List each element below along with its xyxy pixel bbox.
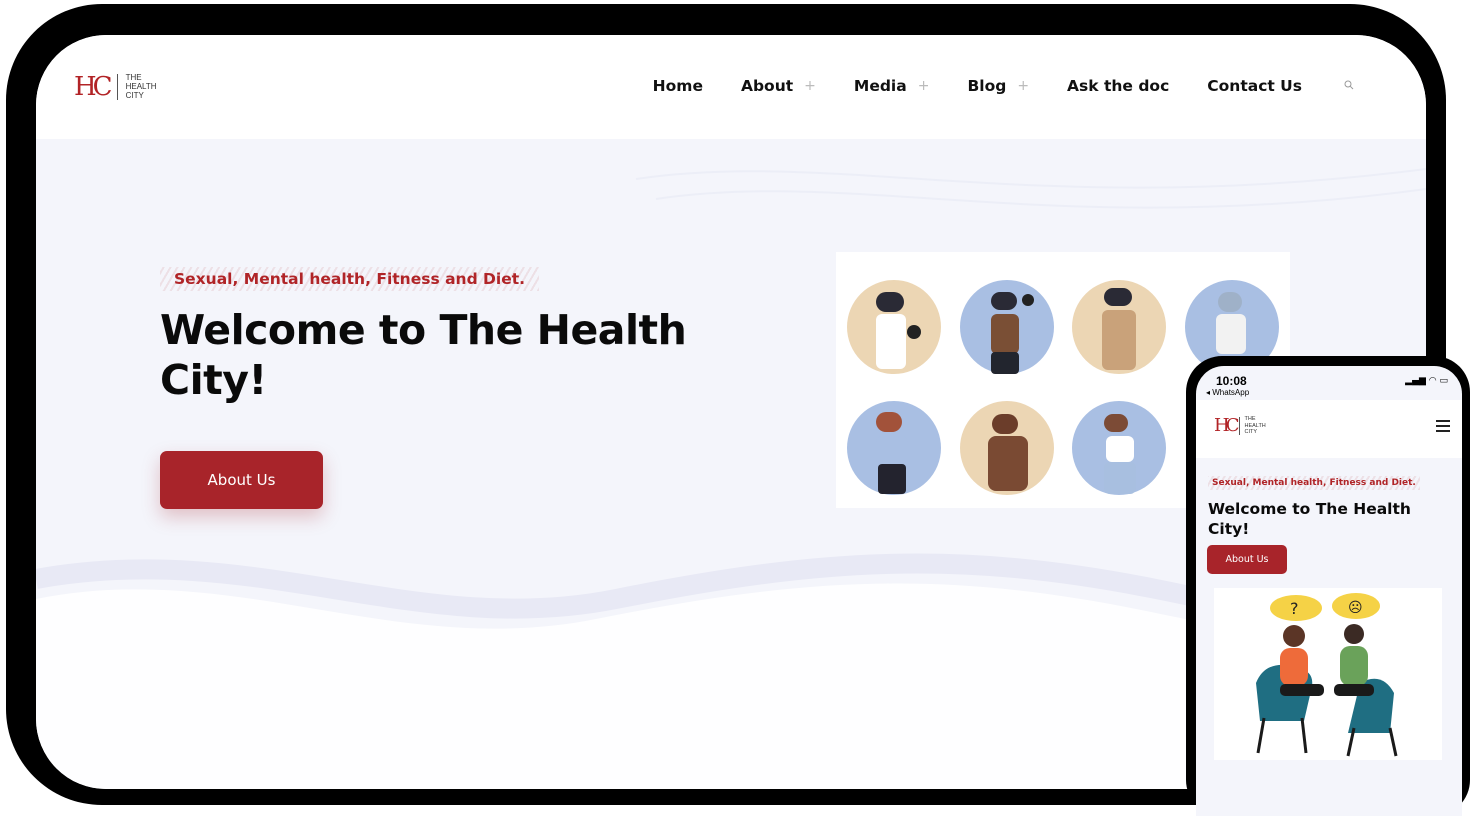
mobile-hero-tagline: Sexual, Mental health, Fitness and Diet.: [1208, 476, 1420, 490]
logo-wordmark: THE HEALTH CITY: [125, 73, 157, 100]
nav-item-blog[interactable]: Blog +: [967, 77, 1029, 95]
logo-mark: HC: [74, 71, 113, 102]
plus-icon: +: [1017, 78, 1030, 94]
nav-item-ask-the-doc[interactable]: Ask the doc: [1067, 77, 1169, 95]
site-header: HC THE HEALTH CITY Home About + Media + Bl…: [36, 35, 1426, 139]
nav-item-contact-us[interactable]: Contact Us: [1207, 77, 1302, 95]
hamburger-icon[interactable]: [1436, 420, 1450, 432]
hero-headline: Welcome to The Health City!: [160, 306, 687, 404]
status-back-app[interactable]: ◂ WhatsApp: [1206, 388, 1249, 397]
main-nav: Home About + Media + Blog + Ask the doc Con…: [615, 77, 1356, 95]
mobile-screen: 10:08 ◂ WhatsApp ▂▄▆ ◠ ▭ HC THE HEALTH C…: [1196, 366, 1462, 816]
status-icons: ▂▄▆ ◠ ▭: [1405, 376, 1448, 386]
hero-section: Sexual, Mental health, Fitness and Diet.…: [160, 267, 720, 509]
logo-mark: HC: [1214, 414, 1240, 436]
mental-health-conversation-illustration: ? ☹: [1214, 588, 1442, 760]
nav-item-about[interactable]: About +: [741, 77, 816, 95]
about-us-button[interactable]: About Us: [160, 451, 323, 509]
status-time: 10:08: [1216, 374, 1247, 388]
mobile-header: HC THE HEALTH CITY: [1196, 400, 1462, 458]
nav-item-home[interactable]: Home: [653, 77, 703, 95]
mobile-logo[interactable]: HC THE HEALTH CITY: [1214, 416, 1266, 436]
hero-tagline: Sexual, Mental health, Fitness and Diet.: [160, 267, 540, 291]
search-icon[interactable]: [1344, 80, 1356, 92]
plus-icon: +: [917, 78, 930, 94]
sad-bubble-text: ☹: [1348, 600, 1363, 616]
mobile-hero-headline: Welcome to The Health City!: [1208, 500, 1411, 538]
logo-wordmark: THE HEALTH CITY: [1244, 416, 1266, 435]
logo-divider: [1239, 416, 1241, 435]
plus-icon: +: [804, 78, 816, 94]
mobile-device: 10:08 ◂ WhatsApp ▂▄▆ ◠ ▭ HC THE HEALTH C…: [1186, 356, 1470, 816]
question-bubble-text: ?: [1290, 599, 1299, 618]
site-logo[interactable]: HC THE HEALTH CITY: [74, 73, 157, 100]
nav-item-media[interactable]: Media +: [854, 77, 930, 95]
mobile-about-us-button[interactable]: About Us: [1207, 545, 1287, 574]
logo-divider: [116, 73, 118, 100]
